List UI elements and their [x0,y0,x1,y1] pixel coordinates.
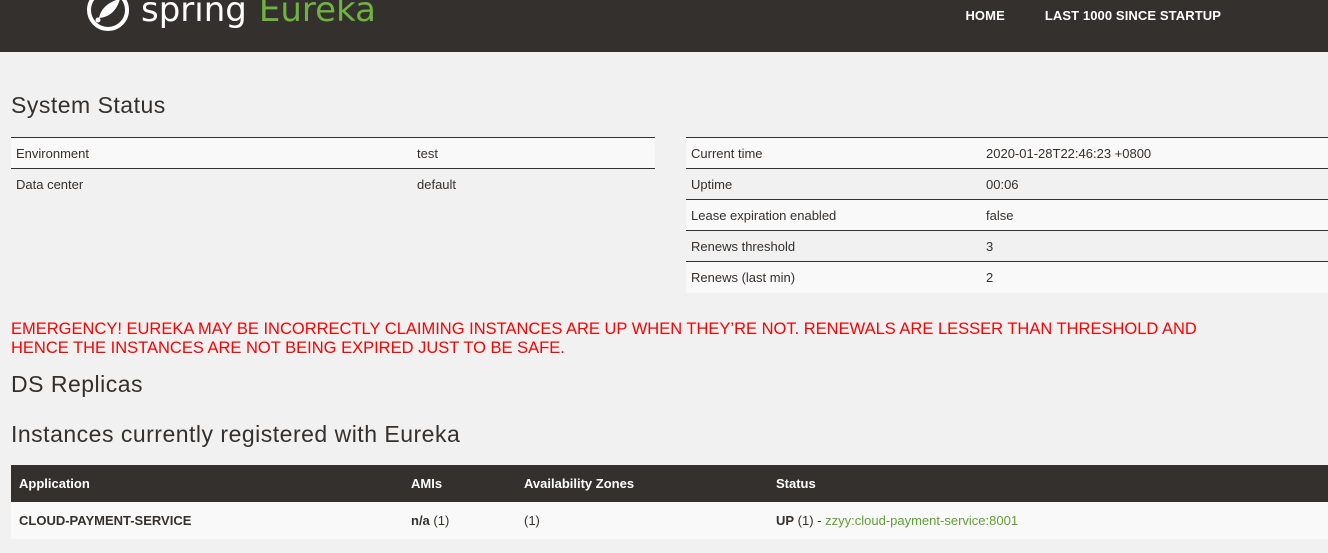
instance-application: CLOUD-PAYMENT-SERVICE [11,502,403,539]
instance-zones: (1) [516,502,768,539]
status-value: default [412,168,655,200]
header-status: Status [768,465,1328,502]
brand-eureka-text: Eureka [258,0,376,30]
status-value: 00:06 [981,168,1328,200]
status-value: test [412,137,655,169]
amis-count: (1) [429,513,450,528]
status-key: Current time [686,137,981,169]
instances-title: Instances currently registered with Eure… [11,421,461,447]
table-header-row: Application AMIs Availability Zones Stat… [11,465,1328,502]
instance-status: UP (1) - zzyy:cloud-payment-service:8001 [768,502,1328,539]
table-row: Environment test [11,137,655,169]
header-application: Application [11,465,403,502]
table-row: CLOUD-PAYMENT-SERVICE n/a (1) (1) UP (1)… [11,502,1328,539]
table-row: Uptime 00:06 [686,168,1328,200]
status-key: Uptime [686,168,981,200]
status-key: Renews (last min) [686,261,981,293]
status-value: 2020-01-28T22:46:23 +0800 [981,137,1328,169]
status-key: Data center [11,168,412,200]
brand-logo-link[interactable]: spring Eureka [85,0,376,34]
header-availability-zones: Availability Zones [516,465,768,502]
status-key: Lease expiration enabled [686,199,981,231]
table-row: Renews threshold 3 [686,230,1328,262]
ds-replicas-title: DS Replicas [11,371,144,397]
header-amis: AMIs [403,465,516,502]
status-value: false [981,199,1328,231]
top-navbar: spring Eureka HOME LAST 1000 SINCE START… [0,0,1328,52]
status-value: 3 [981,230,1328,262]
nav-last-1000-link[interactable]: LAST 1000 SINCE STARTUP [1045,8,1221,23]
brand-spring-text: spring [141,0,247,30]
status-key: Environment [11,137,412,169]
system-status-left-table: Environment test Data center default [11,137,655,200]
status-count: (1) - [794,513,826,528]
amis-value: n/a [411,513,430,528]
spring-leaf-icon [87,0,129,31]
instances-table: Application AMIs Availability Zones Stat… [11,465,1328,539]
instance-link[interactable]: zzyy:cloud-payment-service:8001 [825,513,1018,528]
table-row: Current time 2020-01-28T22:46:23 +0800 [686,137,1328,169]
system-status-title: System Status [11,92,166,118]
status-value: 2 [981,261,1328,293]
table-row: Lease expiration enabled false [686,199,1328,231]
emergency-warning: EMERGENCY! EUREKA MAY BE INCORRECTLY CLA… [11,320,1328,358]
system-status-right-table: Current time 2020-01-28T22:46:23 +0800 U… [686,137,1328,293]
emergency-line-1: EMERGENCY! EUREKA MAY BE INCORRECTLY CLA… [11,320,1197,338]
nav-links: HOME LAST 1000 SINCE STARTUP [925,0,1221,30]
nav-home-link[interactable]: HOME [965,8,1004,23]
status-value: UP [776,513,795,528]
table-row: Renews (last min) 2 [686,261,1328,293]
status-key: Renews threshold [686,230,981,262]
application-name: CLOUD-PAYMENT-SERVICE [19,513,192,528]
emergency-line-2: HENCE THE INSTANCES ARE NOT BEING EXPIRE… [11,339,565,357]
instance-amis: n/a (1) [403,502,516,539]
table-row: Data center default [11,168,655,200]
